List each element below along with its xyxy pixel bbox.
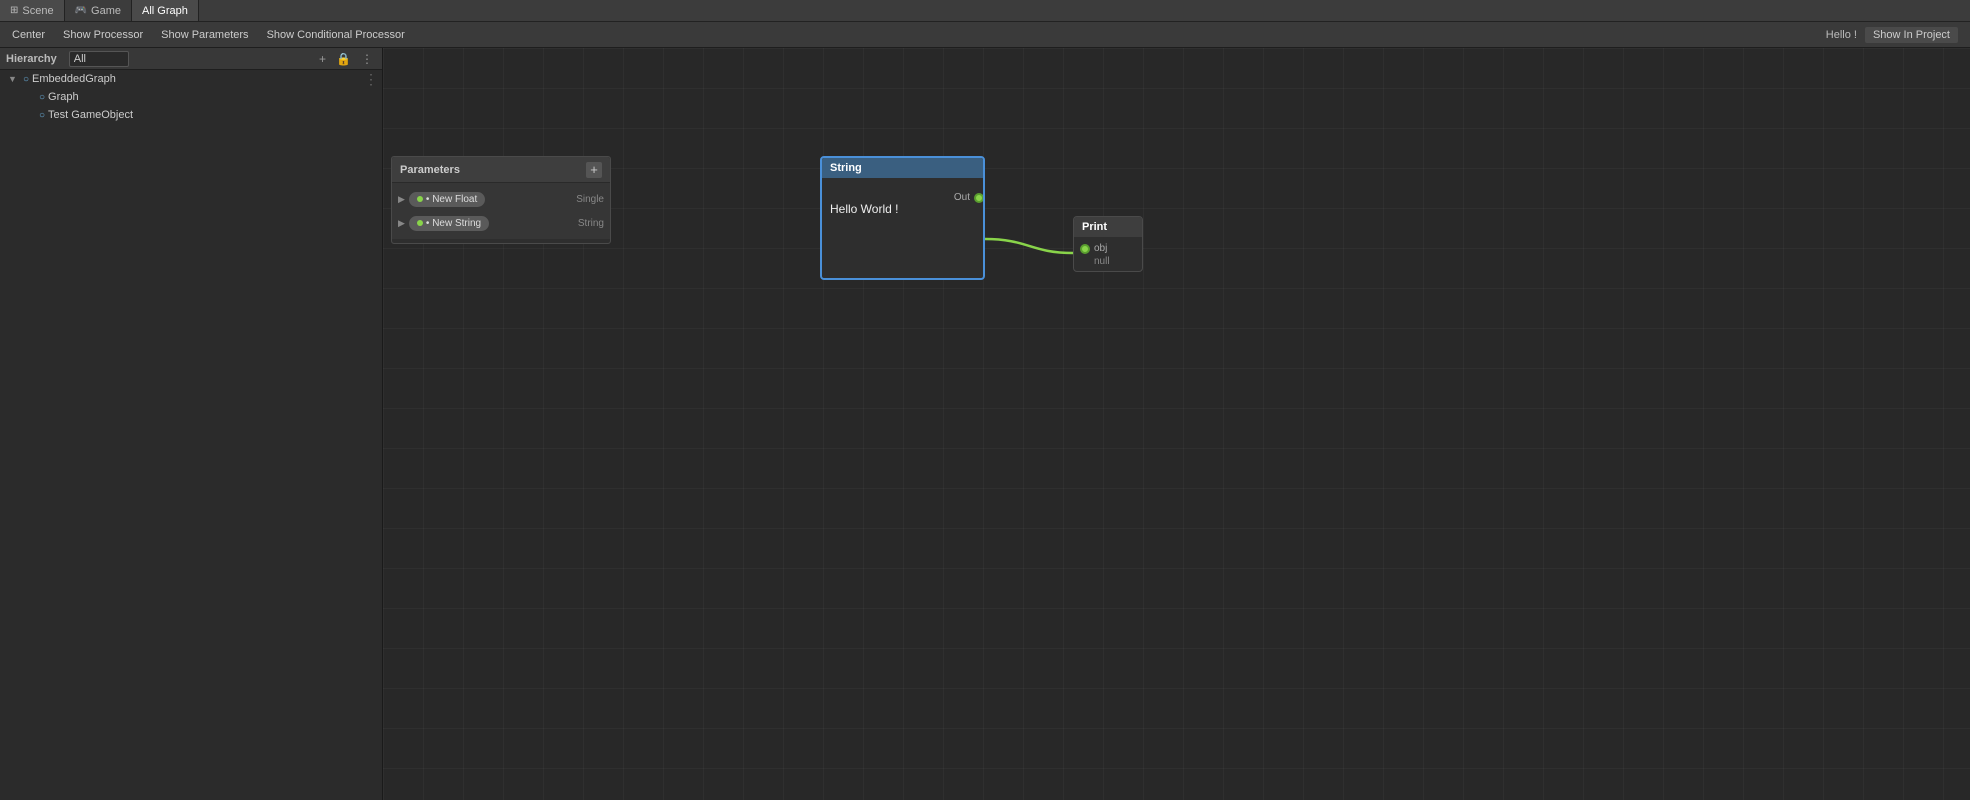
- print-node-body: obj null: [1074, 237, 1142, 271]
- obj-icon: ○: [39, 110, 45, 121]
- tab-game[interactable]: 🎮 Game: [65, 0, 132, 21]
- param-arrow-icon: ▶: [398, 218, 405, 229]
- tab-scene-label: Scene: [22, 5, 53, 17]
- print-node-header: Print: [1074, 217, 1142, 237]
- string-node-body: Out Hello World !: [822, 178, 983, 278]
- params-header: Parameters +: [392, 157, 610, 183]
- toolbar-right: Hello ! Show In Project: [1826, 27, 1966, 43]
- param-item-string[interactable]: ▶ • New String String: [392, 211, 610, 235]
- parameters-panel: Parameters + ▶ • New Float Single ▶: [391, 156, 611, 244]
- obj-icon: ○: [23, 74, 29, 85]
- hierarchy-title: Hierarchy: [6, 53, 57, 65]
- tab-allgraph-label: All Graph: [142, 5, 188, 17]
- game-icon: 🎮: [75, 5, 87, 16]
- show-conditional-button[interactable]: Show Conditional Processor: [259, 27, 413, 43]
- string-value: Hello World !: [830, 202, 975, 216]
- param-string-pill: • New String: [409, 216, 489, 231]
- param-arrow-icon: ▶: [398, 194, 405, 205]
- in-port-dot[interactable]: [1080, 244, 1090, 254]
- hello-label: Hello !: [1826, 29, 1857, 41]
- in-port-label: obj: [1094, 243, 1107, 254]
- param-dot-icon: [417, 220, 423, 226]
- string-node-header: String: [822, 158, 983, 178]
- tree-item-label: Graph: [48, 91, 79, 103]
- more-icon: ⋮: [364, 71, 378, 88]
- hierarchy-content: ▼ ○ EmbeddedGraph ⋮ ○ Graph ○ Test GameO…: [0, 70, 382, 800]
- scene-icon: ⊞: [10, 5, 18, 16]
- tree-item-graph[interactable]: ○ Graph: [0, 88, 382, 106]
- arrow-icon: ▼: [8, 74, 18, 84]
- tab-scene[interactable]: ⊞ Scene: [0, 0, 65, 21]
- string-out-port: Out: [954, 192, 984, 203]
- tree-item-label: EmbeddedGraph: [32, 73, 116, 85]
- hierarchy-actions: + 🔒 ⋮: [316, 51, 376, 67]
- hierarchy-more-btn[interactable]: ⋮: [358, 51, 376, 67]
- params-title: Parameters: [400, 164, 460, 176]
- hierarchy-search-input[interactable]: [69, 51, 129, 67]
- obj-icon: ○: [39, 92, 45, 103]
- param-item-float[interactable]: ▶ • New Float Single: [392, 187, 610, 211]
- null-label: null: [1080, 256, 1136, 267]
- tree-item-label: Test GameObject: [48, 109, 133, 121]
- center-button[interactable]: Center: [4, 27, 53, 43]
- params-body: ▶ • New Float Single ▶ • New String Stri…: [392, 183, 610, 239]
- main-area: Hierarchy + 🔒 ⋮ ▼ ○ EmbeddedGraph ⋮ ○ Gr…: [0, 48, 1970, 800]
- string-node[interactable]: String Out Hello World !: [820, 156, 985, 280]
- param-float-type: Single: [576, 194, 604, 205]
- params-resize-handle[interactable]: [392, 239, 610, 243]
- param-string-type: String: [578, 218, 604, 229]
- tree-item-embeddedgraph[interactable]: ▼ ○ EmbeddedGraph ⋮: [0, 70, 382, 88]
- tab-game-label: Game: [91, 5, 121, 17]
- show-parameters-button[interactable]: Show Parameters: [153, 27, 256, 43]
- hierarchy-add-btn[interactable]: +: [316, 51, 329, 67]
- top-tab-bar: ⊞ Scene 🎮 Game All Graph: [0, 0, 1970, 22]
- param-string-label: • New String: [426, 218, 481, 229]
- graph-toolbar: Center Show Processor Show Parameters Sh…: [0, 22, 1970, 48]
- show-processor-button[interactable]: Show Processor: [55, 27, 151, 43]
- param-float-label: • New Float: [426, 194, 477, 205]
- params-add-button[interactable]: +: [586, 162, 602, 178]
- print-node-title: Print: [1082, 221, 1107, 233]
- hierarchy-lock-btn[interactable]: 🔒: [333, 51, 354, 67]
- param-dot-icon: [417, 196, 423, 202]
- show-in-project-button[interactable]: Show In Project: [1865, 27, 1958, 43]
- out-label: Out: [954, 192, 970, 203]
- tree-item-testgameobject[interactable]: ○ Test GameObject: [0, 106, 382, 124]
- tab-allgraph[interactable]: All Graph: [132, 0, 199, 21]
- param-float-pill: • New Float: [409, 192, 485, 207]
- hierarchy-header: Hierarchy + 🔒 ⋮: [0, 48, 382, 70]
- graph-panel[interactable]: Parameters + ▶ • New Float Single ▶: [383, 48, 1970, 800]
- out-port-dot[interactable]: [974, 193, 984, 203]
- string-node-title: String: [830, 162, 862, 174]
- hierarchy-panel: Hierarchy + 🔒 ⋮ ▼ ○ EmbeddedGraph ⋮ ○ Gr…: [0, 48, 383, 800]
- print-node[interactable]: Print obj null: [1073, 216, 1143, 272]
- print-in-port: obj: [1080, 243, 1136, 254]
- graph-grid: [383, 48, 1970, 800]
